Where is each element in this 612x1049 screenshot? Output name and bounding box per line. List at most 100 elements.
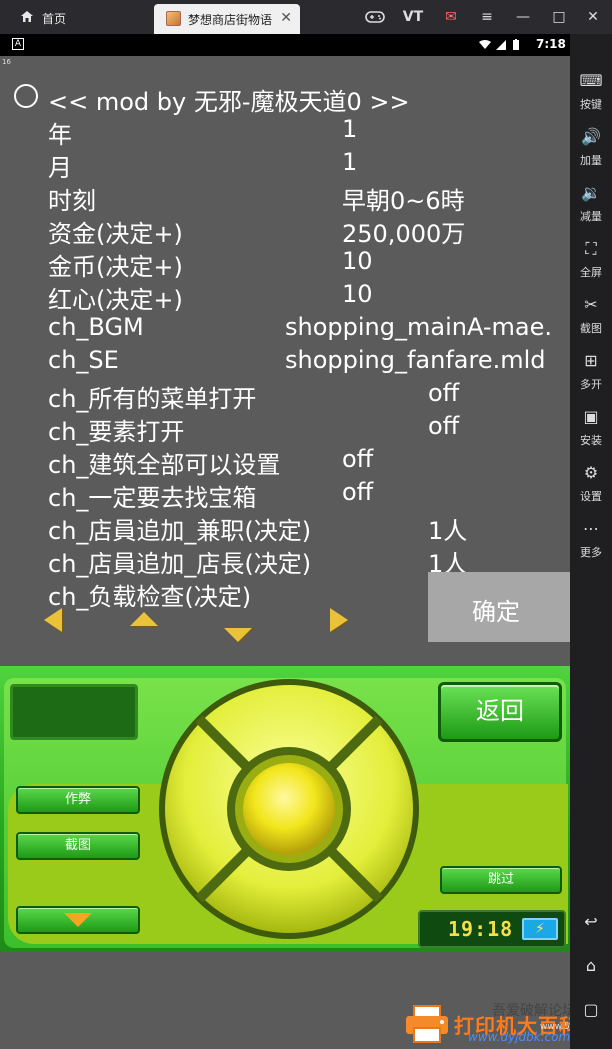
mod-row-value: 250,000万 bbox=[342, 220, 466, 248]
emulator-sidebar: ⌨ 按键 🔊 加量 🔉 减量 ⛶ 全屏 ✂ 截图 ⊞ 多开 ▣ 安装 ⚙ 设置 … bbox=[570, 34, 612, 1049]
mod-row-value: off bbox=[428, 412, 460, 440]
scroll-down-button[interactable] bbox=[16, 906, 140, 934]
back-button[interactable]: 返回 bbox=[438, 682, 562, 742]
mod-row-label[interactable]: ch_要素打开 bbox=[48, 412, 184, 447]
mod-row-value: 1 bbox=[342, 148, 358, 176]
mod-row-value: 10 bbox=[342, 280, 373, 308]
android-recent-icon[interactable]: ▢ bbox=[570, 1000, 612, 1024]
watermark-url: www.dyjdbk.com bbox=[468, 1030, 571, 1044]
emulator-window: { "tabs": { "home_label": "首页", "game_la… bbox=[0, 0, 612, 1049]
corner-number: 16 bbox=[2, 58, 11, 66]
sidebar-item-screenshot[interactable]: ✂ 截图 bbox=[570, 294, 612, 344]
status-time: 7:18 bbox=[536, 37, 566, 51]
sidebar-item-label: 截图 bbox=[580, 322, 602, 335]
dpad-center-button bbox=[243, 763, 335, 855]
mod-row-label[interactable]: 资金(决定+) bbox=[48, 214, 183, 249]
wifi-icon bbox=[479, 40, 491, 49]
mini-screen bbox=[10, 684, 138, 740]
vt-icon[interactable]: VT bbox=[402, 8, 424, 26]
sidebar-item-more[interactable]: ⋯ 更多 bbox=[570, 518, 612, 568]
android-back-icon[interactable]: ↩ bbox=[570, 912, 612, 936]
status-icons bbox=[479, 39, 519, 50]
sidebar-item-label: 按键 bbox=[580, 98, 602, 111]
mod-row-value: shopping_fanfare.mld bbox=[285, 346, 546, 374]
mod-row-value: 10 bbox=[342, 247, 373, 275]
gear-icon: ⚙ bbox=[583, 463, 599, 482]
mail-icon[interactable]: ✉ bbox=[440, 8, 462, 26]
printer-logo-icon bbox=[406, 1005, 448, 1043]
keyboard-icon: ⌨ bbox=[579, 71, 603, 90]
mod-row-label[interactable]: ch_店員追加_店長(决定) bbox=[48, 544, 311, 579]
sidebar-item-fullscreen[interactable]: ⛶ 全屏 bbox=[570, 238, 612, 288]
more-icon: ⋯ bbox=[583, 519, 599, 538]
mod-row-label[interactable]: 红心(决定+) bbox=[48, 280, 183, 315]
sidebar-item-label: 设置 bbox=[580, 490, 602, 503]
sidebar-item-volume-down[interactable]: 🔉 减量 bbox=[570, 182, 612, 232]
mod-row-label[interactable]: 月 bbox=[48, 148, 72, 183]
mod-row-label[interactable]: ch_店員追加_兼职(决定) bbox=[48, 511, 311, 546]
sidebar-item-keys[interactable]: ⌨ 按键 bbox=[570, 70, 612, 120]
sidebar-item-multi-instance[interactable]: ⊞ 多开 bbox=[570, 350, 612, 400]
dpad-controller[interactable] bbox=[156, 676, 422, 942]
tab-game[interactable]: 梦想商店街物语 ✕ bbox=[154, 4, 300, 34]
sidebar-item-volume-up[interactable]: 🔊 加量 bbox=[570, 126, 612, 176]
sidebar-item-install[interactable]: ▣ 安装 bbox=[570, 406, 612, 456]
sidebar-item-label: 安装 bbox=[580, 434, 602, 447]
mod-row-label[interactable]: 金币(决定+) bbox=[48, 247, 183, 282]
mod-row-value: off bbox=[428, 379, 460, 407]
multi-instance-icon: ⊞ bbox=[584, 351, 598, 370]
mod-row-label[interactable]: ch_SE bbox=[48, 346, 119, 374]
mod-row-value: off bbox=[342, 478, 374, 506]
confirm-button-label: 确定 bbox=[472, 598, 520, 626]
mod-row-label[interactable]: ch_所有的菜单打开 bbox=[48, 379, 256, 414]
mod-menu-title: << mod by 无邪-魔极天道0 >> bbox=[48, 88, 410, 116]
battery-icon bbox=[513, 40, 519, 50]
down-triangle-icon bbox=[64, 913, 92, 927]
mod-row-value: off bbox=[342, 445, 374, 473]
arrow-right-icon[interactable] bbox=[330, 608, 348, 632]
mod-row-value: shopping_mainA-mae. bbox=[285, 313, 552, 341]
mod-row-label[interactable]: ch_BGM bbox=[48, 313, 144, 341]
tab-home[interactable]: 首页 bbox=[0, 0, 150, 34]
confirm-button[interactable]: 确定 bbox=[428, 572, 570, 642]
window-close-icon[interactable]: ✕ bbox=[582, 8, 604, 26]
sidebar-item-label: 多开 bbox=[580, 378, 602, 391]
game-clock-time: 19:18 bbox=[448, 917, 514, 941]
notification-a-icon: A bbox=[12, 38, 24, 50]
tab-home-label: 首页 bbox=[42, 12, 67, 26]
mod-row-label[interactable]: 时刻 bbox=[48, 181, 96, 216]
minimize-icon[interactable]: — bbox=[512, 8, 534, 26]
mod-row-value: 1 bbox=[342, 115, 358, 143]
battery-charging-icon: ⚡ bbox=[522, 918, 558, 940]
game-clock: 19:18 ⚡ bbox=[418, 910, 566, 948]
cheat-button[interactable]: 作弊 bbox=[16, 786, 140, 814]
volume-up-icon: 🔊 bbox=[581, 127, 601, 146]
mod-menu-radio[interactable] bbox=[14, 84, 38, 108]
tab-game-label: 梦想商店街物语 bbox=[188, 13, 273, 27]
sidebar-item-label: 加量 bbox=[580, 154, 602, 167]
maximize-icon[interactable]: □ bbox=[548, 8, 570, 26]
android-status-bar: A 7:18 bbox=[0, 34, 570, 56]
gamepad-icon[interactable] bbox=[364, 8, 386, 26]
volume-down-icon: 🔉 bbox=[581, 183, 601, 202]
mod-row-label[interactable]: 年 bbox=[48, 115, 72, 150]
game-app-icon bbox=[166, 11, 181, 26]
mod-row-value: 早朝0~6時 bbox=[342, 187, 465, 215]
arrow-down-icon[interactable] bbox=[224, 628, 252, 642]
skip-button[interactable]: 跳过 bbox=[440, 866, 562, 894]
mod-row-label[interactable]: ch_负载检查(决定) bbox=[48, 577, 251, 612]
tab-close-icon[interactable]: ✕ bbox=[280, 10, 292, 26]
menu-icon[interactable]: ≡ bbox=[476, 8, 498, 26]
mod-row-label[interactable]: ch_建筑全部可以设置 bbox=[48, 445, 280, 480]
mod-row-label[interactable]: ch_一定要去找宝箱 bbox=[48, 478, 256, 513]
signal-icon bbox=[496, 40, 506, 50]
android-home-icon[interactable]: ⌂ bbox=[570, 956, 612, 980]
arrow-left-icon[interactable] bbox=[44, 608, 62, 632]
screenshot-button[interactable]: 截图 bbox=[16, 832, 140, 860]
fullscreen-icon: ⛶ bbox=[585, 239, 597, 258]
mod-row-value: 1人 bbox=[428, 517, 468, 545]
scissors-icon: ✂ bbox=[584, 295, 598, 314]
sidebar-item-label: 全屏 bbox=[580, 266, 602, 279]
sidebar-item-settings[interactable]: ⚙ 设置 bbox=[570, 462, 612, 512]
arrow-up-icon[interactable] bbox=[130, 612, 158, 626]
